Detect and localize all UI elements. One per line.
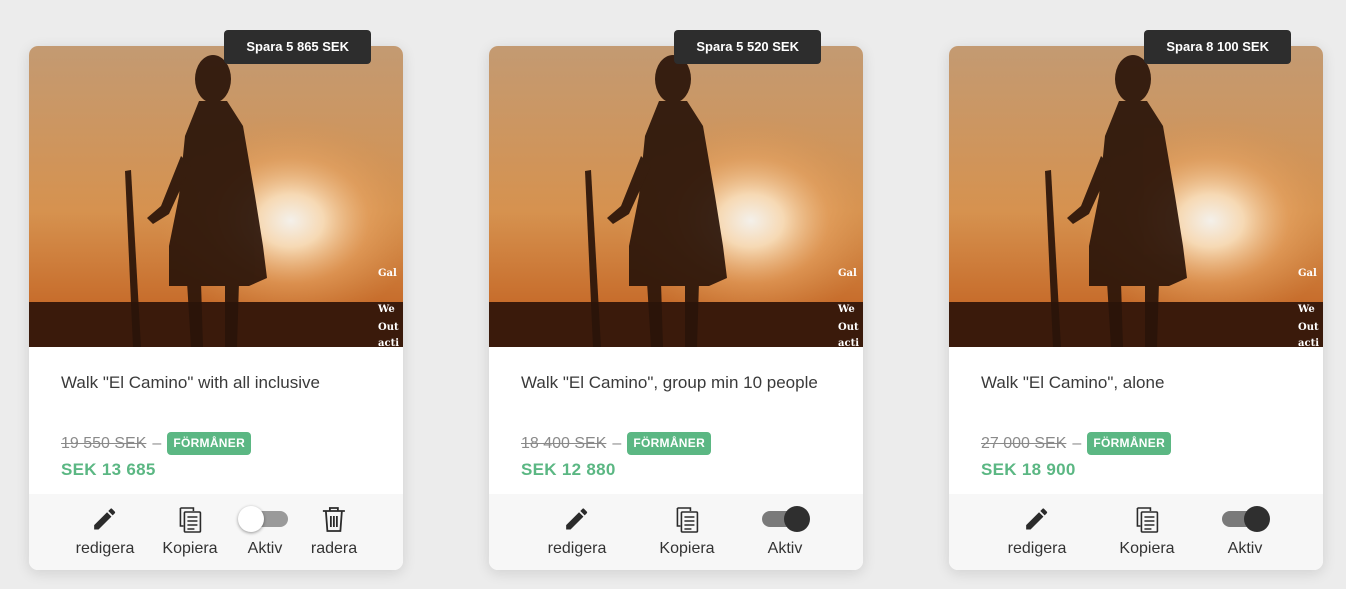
sunset-walker-image: Gal We Out acti <box>949 46 1323 347</box>
price-separator: – <box>612 434 622 452</box>
pencil-icon <box>1008 502 1067 536</box>
svg-text:Gal: Gal <box>1298 268 1317 279</box>
svg-text:acti: acti <box>378 338 399 347</box>
save-badge: Spara 5 520 SEK <box>674 30 821 64</box>
price-row: 27 000 SEK – FÖRMÅNER <box>981 432 1172 455</box>
svg-text:Gal: Gal <box>838 268 857 279</box>
sunset-walker-image: Gal We Out acti <box>29 46 403 347</box>
edit-button[interactable]: redigera <box>75 502 135 564</box>
toggle-switch-on[interactable] <box>1222 506 1270 532</box>
svg-text:acti: acti <box>838 338 859 347</box>
offer-image[interactable]: Gal We Out acti <box>29 46 403 347</box>
offer-title[interactable]: Walk "El Camino" with all inclusive <box>61 368 381 397</box>
price-row: 18 400 SEK – FÖRMÅNER <box>521 432 712 455</box>
card-actions: redigera Kopiera Aktiv <box>949 494 1323 570</box>
active-label: Aktiv <box>247 540 283 557</box>
copy-document-icon <box>1119 502 1174 536</box>
copy-button[interactable]: Kopiera <box>659 502 715 564</box>
delete-button[interactable]: radera <box>311 502 357 564</box>
active-label: Aktiv <box>1227 540 1263 557</box>
original-price: 18 400 SEK <box>521 434 607 452</box>
pencil-icon <box>548 502 607 536</box>
svg-text:Out: Out <box>1298 322 1319 333</box>
original-price: 27 000 SEK <box>981 434 1067 452</box>
discounted-price: SEK 13 685 <box>61 460 156 479</box>
toggle-switch-off[interactable] <box>238 506 288 532</box>
save-badge: Spara 8 100 SEK <box>1144 30 1291 64</box>
offer-card: Spara 5 865 SEK Gal We Out acti Walk "El… <box>29 30 403 570</box>
original-price: 19 550 SEK <box>61 434 147 452</box>
edit-label: redigera <box>75 540 135 557</box>
svg-text:Out: Out <box>378 322 399 333</box>
edit-button[interactable]: redigera <box>547 502 607 564</box>
copy-document-icon <box>162 502 217 536</box>
sunset-walker-image: Gal We Out acti <box>489 46 863 347</box>
copy-document-icon <box>659 502 714 536</box>
save-badge: Spara 5 865 SEK <box>224 30 371 64</box>
price-row: 19 550 SEK – FÖRMÅNER <box>61 432 252 455</box>
toggle-switch-on[interactable] <box>762 506 810 532</box>
active-toggle[interactable]: Aktiv <box>238 502 288 564</box>
perks-badge: FÖRMÅNER <box>1087 432 1172 455</box>
discounted-price: SEK 18 900 <box>981 460 1076 479</box>
copy-button[interactable]: Kopiera <box>162 502 218 564</box>
edit-label: redigera <box>547 540 607 557</box>
offer-title[interactable]: Walk "El Camino", alone <box>981 368 1301 397</box>
offer-card: Spara 8 100 SEK Gal We Out acti Walk "El… <box>949 30 1323 570</box>
discounted-price: SEK 12 880 <box>521 460 616 479</box>
offer-image[interactable]: Gal We Out acti <box>949 46 1323 347</box>
active-label: Aktiv <box>767 540 803 557</box>
copy-label: Kopiera <box>162 540 218 557</box>
edit-button[interactable]: redigera <box>1007 502 1067 564</box>
copy-button[interactable]: Kopiera <box>1119 502 1175 564</box>
offer-image[interactable]: Gal We Out acti <box>489 46 863 347</box>
offer-cards-grid: Spara 5 865 SEK Gal We Out acti Walk "El… <box>0 0 1346 589</box>
perks-badge: FÖRMÅNER <box>167 432 252 455</box>
perks-badge: FÖRMÅNER <box>627 432 712 455</box>
active-toggle[interactable]: Aktiv <box>762 502 810 564</box>
active-toggle[interactable]: Aktiv <box>1222 502 1270 564</box>
copy-label: Kopiera <box>659 540 715 557</box>
svg-text:We: We <box>377 304 395 315</box>
delete-label: radera <box>310 540 358 557</box>
card-actions: redigera Kopiera Aktiv <box>489 494 863 570</box>
offer-title[interactable]: Walk "El Camino", group min 10 people <box>521 368 841 397</box>
trash-icon <box>311 502 357 536</box>
price-separator: – <box>152 434 162 452</box>
card-actions: redigera Kopiera Aktiv <box>29 494 403 570</box>
svg-text:Gal: Gal <box>378 268 397 279</box>
svg-text:acti: acti <box>1298 338 1319 347</box>
svg-text:We: We <box>837 304 855 315</box>
offer-card: Spara 5 520 SEK Gal We Out acti Walk "El… <box>489 30 863 570</box>
svg-text:We: We <box>1297 304 1315 315</box>
price-separator: – <box>1072 434 1082 452</box>
pencil-icon <box>76 502 135 536</box>
edit-label: redigera <box>1007 540 1067 557</box>
copy-label: Kopiera <box>1119 540 1175 557</box>
svg-text:Out: Out <box>838 322 859 333</box>
